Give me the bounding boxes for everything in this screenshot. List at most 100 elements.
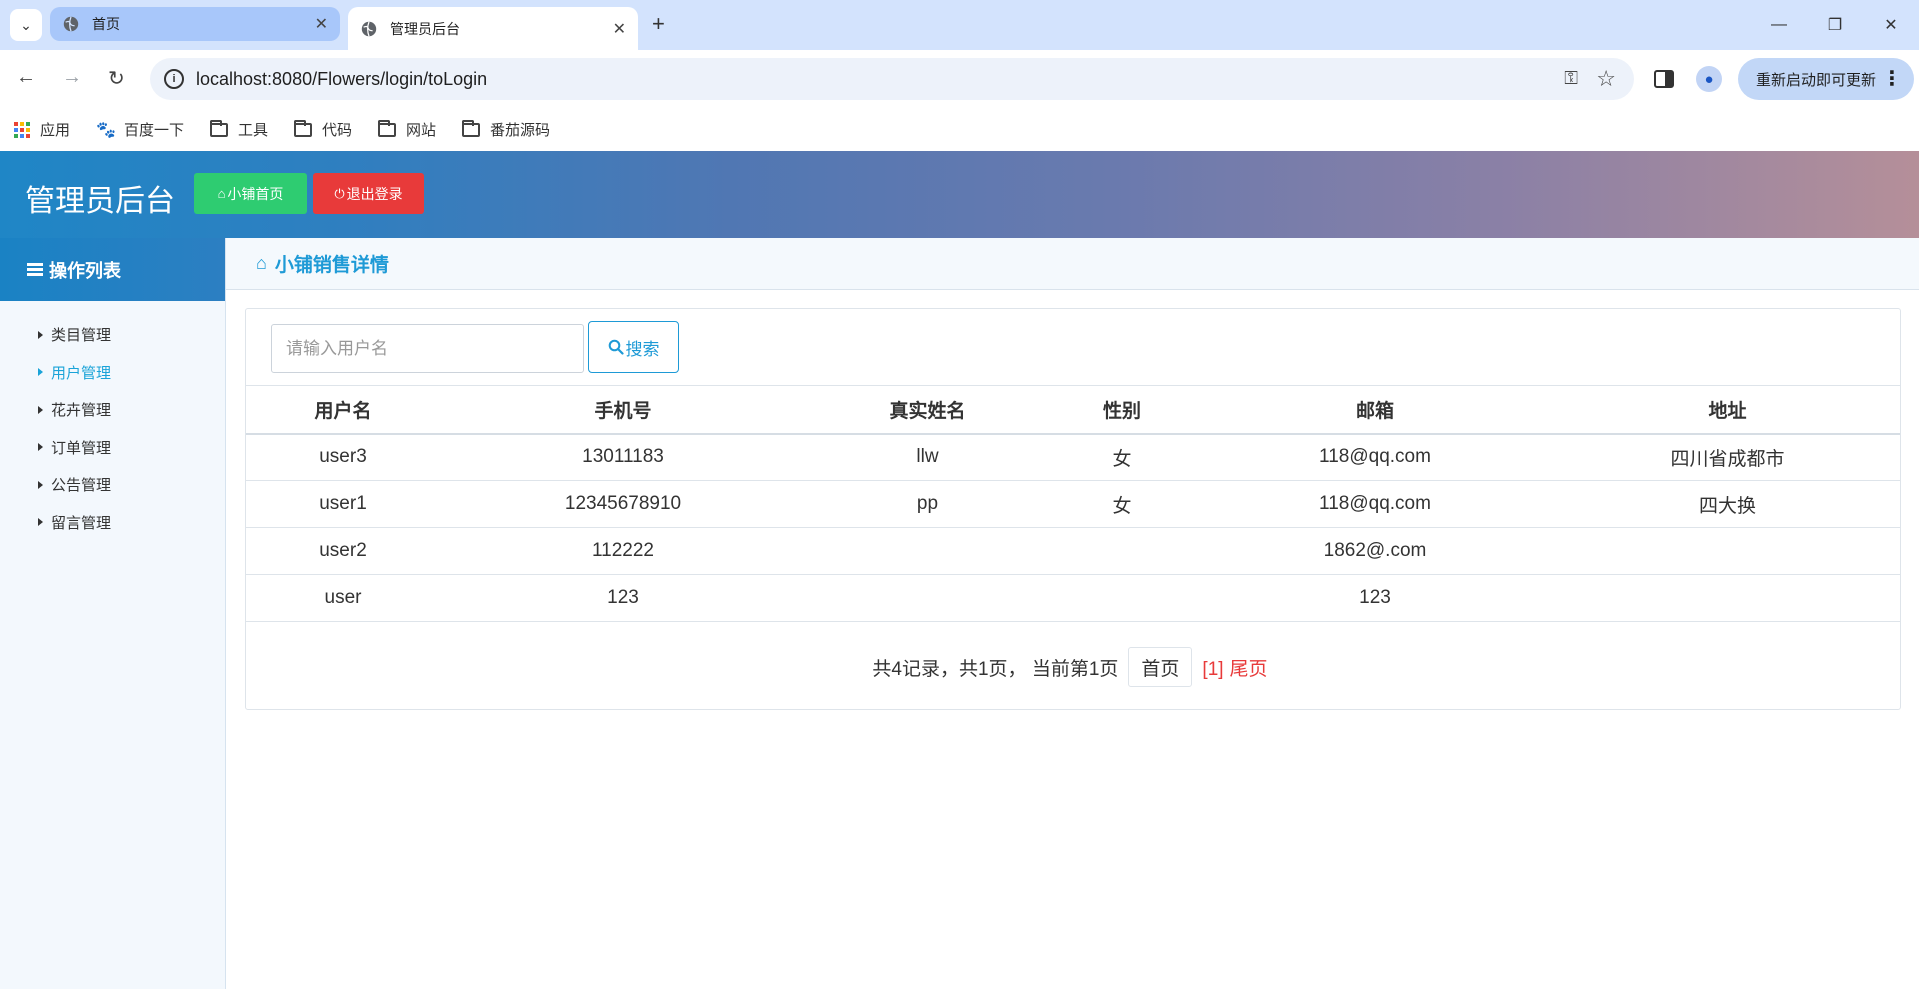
sidebar-item-label: 花卉管理 [51, 402, 112, 420]
sidebar-item-notices[interactable]: 公告管理 [0, 466, 225, 504]
side-panel-icon[interactable] [1654, 70, 1674, 88]
sidebar-item-label: 公告管理 [51, 477, 112, 495]
close-icon[interactable]: ✕ [613, 19, 626, 39]
bookmark-label: 工具 [237, 122, 268, 139]
cell-address [1555, 527, 1900, 575]
profile-avatar-icon[interactable]: ● [1696, 66, 1722, 92]
tab-search-button[interactable]: ⌄ [10, 9, 42, 41]
browser-toolbar: ← → ↻ i localhost:8080/Flowers/login/toL… [0, 50, 1919, 108]
browser-tab-bar: ⌄ 首页 ✕ 管理员后台 ✕ + — ❐ ✕ [0, 0, 1919, 50]
sidebar-item-users[interactable]: 用户管理 [0, 354, 225, 392]
bookmark-baidu[interactable]: 🐾 百度一下 [96, 119, 184, 140]
bookmark-code[interactable]: 代码 [293, 119, 352, 140]
cell-phone: 123 [440, 574, 806, 622]
col-header-realname: 真实姓名 [806, 385, 1049, 435]
site-info-icon[interactable]: i [164, 69, 184, 89]
current-page-link[interactable]: [1] [1202, 659, 1223, 680]
reload-icon[interactable]: ↻ [108, 66, 125, 91]
sidebar-item-label: 类目管理 [51, 327, 112, 345]
sidebar-header: 操作列表 [0, 238, 225, 301]
address-bar[interactable]: i localhost:8080/Flowers/login/toLogin ⚿… [150, 58, 1634, 100]
logout-button[interactable]: ⏻ 退出登录 [313, 173, 424, 214]
cell-email: 1862@.com [1195, 527, 1555, 575]
globe-icon [63, 16, 79, 32]
shop-home-button[interactable]: ⌂ 小铺首页 [194, 173, 307, 214]
bookmarks-bar: 应用 🐾 百度一下 工具 代码 网站 番茄源码 [0, 108, 1919, 151]
table-row: user2 112222 1862@.com [246, 527, 1900, 575]
username-search-input[interactable] [271, 324, 584, 373]
bookmark-apps[interactable]: 应用 [14, 119, 70, 140]
url-text[interactable]: localhost:8080/Flowers/login/toLogin [196, 69, 487, 90]
window-close-icon[interactable]: ✕ [1863, 0, 1919, 50]
globe-icon [361, 21, 377, 36]
bookmark-label: 番茄源码 [490, 122, 551, 139]
caret-right-icon [38, 443, 43, 452]
col-header-email: 邮箱 [1195, 385, 1555, 435]
table-row: user1 12345678910 pp 女 118@qq.com 四大换 [246, 480, 1900, 528]
app-title: 管理员后台 [25, 185, 175, 218]
cell-phone: 112222 [440, 527, 806, 575]
cell-realname [806, 527, 1049, 575]
sidebar-item-flowers[interactable]: 花卉管理 [0, 391, 225, 429]
sidebar-item-label: 订单管理 [51, 439, 112, 457]
main-content: ⌂ 小铺销售详情 搜索 用户名 手机号 真实姓名 性别 邮箱 地址 use [226, 238, 1919, 989]
bookmark-websites[interactable]: 网站 [377, 119, 436, 140]
folder-icon [462, 119, 480, 137]
bookmark-tomato-source[interactable]: 番茄源码 [462, 119, 550, 140]
update-label: 重新启动即可更新 [1756, 71, 1877, 89]
logout-label: 退出登录 [346, 185, 403, 202]
sidebar: 操作列表 类目管理 用户管理 花卉管理 订单管理 公告管理 留言管理 [0, 238, 226, 989]
home-icon: ⌂ [217, 186, 226, 201]
pagination-summary: 共4记录，共1页， 当前第1页 [872, 658, 1119, 680]
caret-right-icon [38, 330, 43, 339]
key-icon[interactable]: ⚿ [1564, 68, 1578, 89]
cell-realname: pp [806, 480, 1049, 528]
sidebar-item-category[interactable]: 类目管理 [0, 316, 225, 354]
forward-arrow-icon[interactable]: → [62, 66, 82, 89]
folder-icon [377, 119, 396, 137]
last-page-link[interactable]: 尾页 [1230, 659, 1268, 680]
cell-gender: 女 [1049, 480, 1195, 528]
restore-icon[interactable]: ❐ [1807, 0, 1863, 50]
cell-address: 四川省成都市 [1555, 433, 1900, 481]
bookmark-label: 应用 [40, 122, 71, 139]
close-icon[interactable]: ✕ [315, 14, 328, 34]
cell-email: 118@qq.com [1195, 480, 1555, 528]
cell-address: 四大换 [1555, 480, 1900, 528]
pagination-links: [1] 尾页 [1202, 654, 1273, 681]
cell-username: user [246, 574, 440, 622]
bookmark-label: 网站 [405, 122, 436, 139]
sidebar-item-orders[interactable]: 订单管理 [0, 429, 225, 467]
table-row: user3 13011183 llw 女 118@qq.com 四川省成都市 [246, 433, 1900, 481]
cell-gender [1049, 527, 1195, 575]
star-icon[interactable]: ☆ [1596, 66, 1616, 92]
user-panel: 搜索 用户名 手机号 真实姓名 性别 邮箱 地址 user3 13011183 … [245, 308, 1901, 710]
new-tab-plus-icon[interactable]: + [652, 11, 665, 37]
apps-icon [14, 121, 30, 138]
update-button[interactable]: 重新启动即可更新 ⋮ [1738, 58, 1914, 100]
bookmark-label: 代码 [321, 122, 352, 139]
caret-right-icon [38, 368, 43, 377]
minimize-icon[interactable]: — [1751, 0, 1807, 50]
caret-right-icon [38, 480, 43, 489]
tab-title: 管理员后台 [390, 20, 460, 37]
baidu-paw-icon: 🐾 [96, 121, 116, 139]
back-arrow-icon[interactable]: ← [16, 66, 36, 89]
page-title: 小铺销售详情 [274, 255, 389, 276]
users-table: 用户名 手机号 真实姓名 性别 邮箱 地址 user3 13011183 llw… [246, 385, 1900, 622]
chevron-down-icon: ⌄ [20, 16, 32, 33]
home-icon: ⌂ [256, 253, 267, 273]
shop-home-label: 小铺首页 [227, 185, 284, 202]
folder-icon [209, 119, 228, 137]
browser-tab-admin[interactable]: 管理员后台 ✕ [348, 7, 638, 50]
first-page-button[interactable]: 首页 [1128, 647, 1193, 687]
cell-username: user2 [246, 527, 440, 575]
cell-username: user3 [246, 433, 440, 481]
breadcrumb: ⌂ 小铺销售详情 [226, 238, 1919, 290]
bookmark-tools[interactable]: 工具 [209, 119, 268, 140]
app-header: 管理员后台 ⌂ 小铺首页 ⏻ 退出登录 [0, 151, 1919, 238]
browser-tab-home[interactable]: 首页 ✕ [50, 7, 340, 41]
sidebar-item-messages[interactable]: 留言管理 [0, 504, 225, 542]
search-button[interactable]: 搜索 [588, 321, 679, 373]
col-header-address: 地址 [1555, 385, 1900, 435]
